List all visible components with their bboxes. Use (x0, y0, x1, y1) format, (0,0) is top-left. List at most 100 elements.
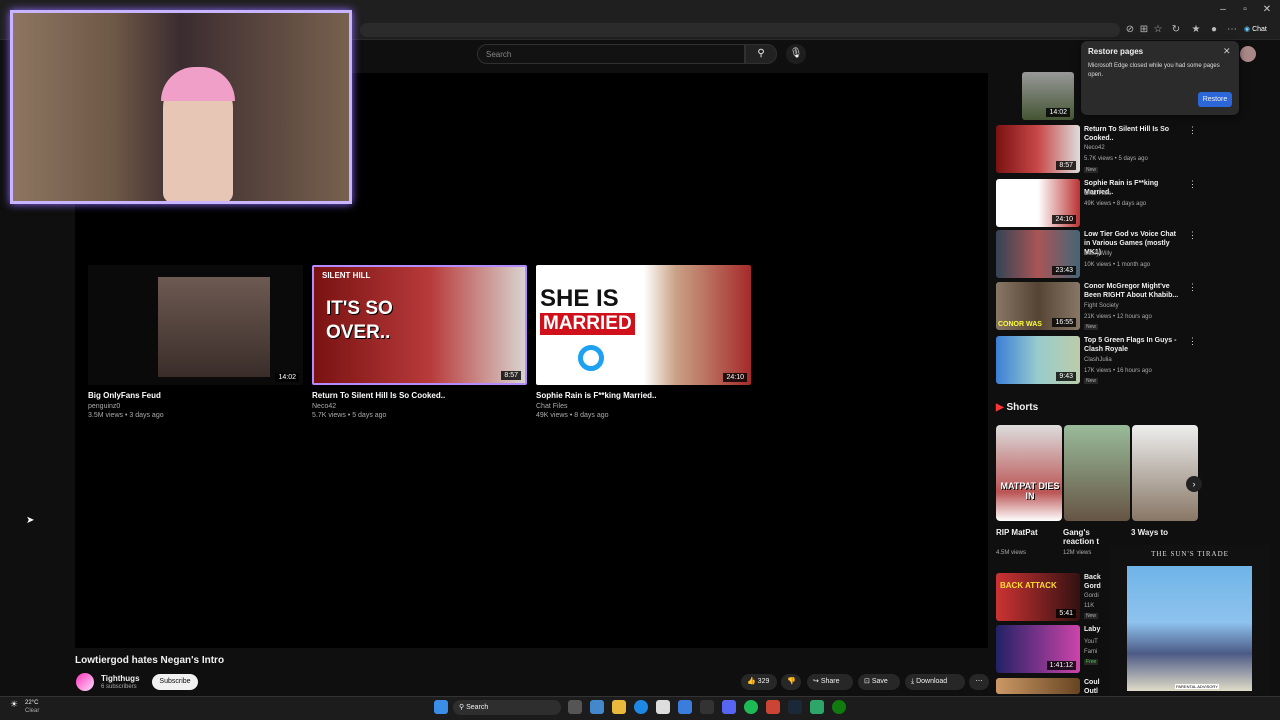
short-title[interactable]: 3 Ways to (1131, 528, 1168, 537)
rec-stats: 17K views • 16 hours ago (1084, 368, 1152, 374)
refresh-icon[interactable]: ↻ (1170, 24, 1182, 36)
new-badge: New (1084, 167, 1099, 173)
endcard-video-3[interactable]: SHE IS MARRIED 24:10 (536, 265, 751, 385)
channel-avatar[interactable] (76, 673, 94, 691)
save-button[interactable]: ⊡ Save (858, 674, 900, 690)
duration-badge: 23:43 (1052, 266, 1076, 275)
music-overlay: THE SUN'S TIRADE PARENTAL ADVISORY (1110, 545, 1270, 695)
endcard-title[interactable]: Return To Silent Hill Is So Cooked.. (312, 391, 445, 400)
recommendation-item[interactable]: 23:43 Low Tier God vs Voice Chat in Vari… (996, 230, 1197, 280)
favorites-icon[interactable]: ★ (1190, 24, 1202, 36)
rec-more-icon[interactable]: ⋮ (1188, 336, 1197, 347)
close-icon[interactable]: ✕ (1223, 46, 1231, 57)
taskbar-search[interactable]: ⚲ Search (453, 700, 561, 715)
download-label: Download (916, 678, 948, 685)
store-icon[interactable] (656, 700, 670, 714)
duration-badge: 5:41 (1056, 609, 1076, 618)
endcard-channel: Chat Files (536, 403, 568, 410)
maximize-icon[interactable]: ▫ (1238, 3, 1252, 17)
rec-channel: Fight Society (1084, 303, 1119, 309)
short-thumbnail-2[interactable] (1064, 425, 1130, 521)
xbox-icon[interactable] (832, 700, 846, 714)
endcard-channel: penguinz0 (88, 403, 121, 410)
recommendation-item[interactable]: 8:57 Return To Silent Hill Is So Cooked.… (996, 125, 1197, 175)
video-title: Lowtiergod hates Negan's Intro (75, 655, 225, 666)
rec-more-icon[interactable]: ⋮ (1188, 179, 1197, 190)
copilot-chat-button[interactable]: ◉ Chat (1244, 23, 1276, 37)
more-actions-button[interactable]: ⋯ (969, 674, 989, 690)
search-input[interactable]: Search (477, 44, 745, 64)
dialog-title: Restore pages (1088, 47, 1144, 56)
short-title[interactable]: RIP MatPat (996, 528, 1038, 537)
mail-icon[interactable] (678, 700, 692, 714)
new-badge: New (1084, 613, 1099, 619)
rec-stats: 21K views • 12 hours ago (1084, 314, 1152, 320)
discord-icon[interactable] (722, 700, 736, 714)
thumb-text: BACK ATTACK (1000, 581, 1057, 590)
duration-badge: 1:41:12 (1046, 661, 1076, 670)
bookmark-icon: ⊡ (864, 678, 870, 685)
rec-title: Return To Silent Hill Is So Cooked.. (1084, 126, 1170, 142)
windows-start-icon[interactable] (434, 700, 448, 714)
rec-more-icon[interactable]: ⋮ (1188, 230, 1197, 241)
short-title[interactable]: Gang's reaction t (1063, 528, 1103, 546)
endcard-video-1[interactable]: 14:02 (88, 265, 303, 385)
steam-icon[interactable] (788, 700, 802, 714)
rec-more-icon[interactable]: ⋮ (1188, 125, 1197, 136)
recommendation-item[interactable]: 24:10 Sophie Rain is F**king Married.. C… (996, 179, 1197, 229)
file-explorer-icon[interactable] (612, 700, 626, 714)
short-thumbnail-3[interactable] (1132, 425, 1198, 521)
shorts-next-button[interactable]: › (1186, 476, 1202, 492)
duration-badge: 9:43 (1056, 372, 1076, 381)
rec-thumbnail: CONOR WAS 16:55 (996, 282, 1080, 330)
recommendation-item[interactable]: 9:43 Top 5 Green Flags In Guys - Clash R… (996, 336, 1197, 386)
endcard-title[interactable]: Sophie Rain is F**king Married.. (536, 391, 656, 400)
extension-icon[interactable]: ⊘ (1124, 24, 1136, 36)
edge-icon[interactable] (634, 700, 648, 714)
channel-name[interactable]: Tighthugs (101, 674, 140, 683)
profile-icon[interactable]: ● (1208, 24, 1220, 36)
app-icon[interactable] (590, 700, 604, 714)
endcard-title[interactable]: Big OnlyFans Feud (88, 391, 161, 400)
duration-badge: 24:10 (1052, 215, 1076, 224)
short-thumbnail-1[interactable]: MATPAT DIES IN (996, 425, 1062, 521)
webcam-overlay (10, 10, 352, 204)
app-icon[interactable] (766, 700, 780, 714)
favorite-star-icon[interactable]: ☆ (1152, 24, 1164, 36)
task-view-icon[interactable] (568, 700, 582, 714)
rec-channel: YouT (1084, 639, 1098, 645)
rec-channel: DaleyWilly (1084, 251, 1113, 257)
app-icon[interactable] (810, 700, 824, 714)
spotify-icon[interactable] (744, 700, 758, 714)
dislike-button[interactable]: 👎 (781, 674, 801, 690)
recommendation-item[interactable]: CONOR WAS 16:55 Conor McGregor Might've … (996, 282, 1197, 332)
search-button[interactable]: ⚲ (745, 44, 777, 64)
like-button[interactable]: 👍 329 (741, 674, 777, 690)
rec-stats: 5.7K views • 5 days ago (1084, 156, 1148, 162)
like-count: 329 (757, 678, 770, 685)
duration-badge: 16:55 (1052, 318, 1076, 327)
rec-thumbnail: 24:10 (996, 179, 1080, 227)
account-avatar[interactable] (1240, 46, 1256, 62)
weather-temp[interactable]: 22°C (25, 700, 38, 706)
apps-icon[interactable]: ⊞ (1138, 24, 1150, 36)
close-window-icon[interactable]: ✕ (1260, 3, 1274, 17)
address-bar[interactable] (360, 23, 1120, 37)
rec-thumbnail (996, 678, 1080, 694)
endcard-thumbnail (158, 277, 270, 377)
share-button[interactable]: ↪ Share (807, 674, 853, 690)
rec-thumbnail: 1:41:12 (996, 625, 1080, 673)
rec-stats: 10K views • 1 month ago (1084, 262, 1151, 268)
voice-search-button[interactable]: 🎙 (786, 44, 806, 64)
menu-dots-icon[interactable]: ⋯ (1226, 24, 1238, 36)
rec-channel: Neco42 (1084, 145, 1105, 151)
subscribe-button[interactable]: Subscribe (152, 674, 198, 690)
restore-button[interactable]: Restore (1198, 92, 1232, 107)
endcard-video-2[interactable]: SILENT HILL IT'S SO OVER.. 8:57 (312, 265, 527, 385)
app-icon[interactable] (700, 700, 714, 714)
duration-badge: 8:57 (501, 371, 521, 380)
rec-more-icon[interactable]: ⋮ (1188, 282, 1197, 293)
download-button[interactable]: ⤓ Download (905, 674, 965, 690)
minimize-icon[interactable]: – (1216, 3, 1230, 17)
thumb-text: SILENT HILL (322, 271, 371, 280)
